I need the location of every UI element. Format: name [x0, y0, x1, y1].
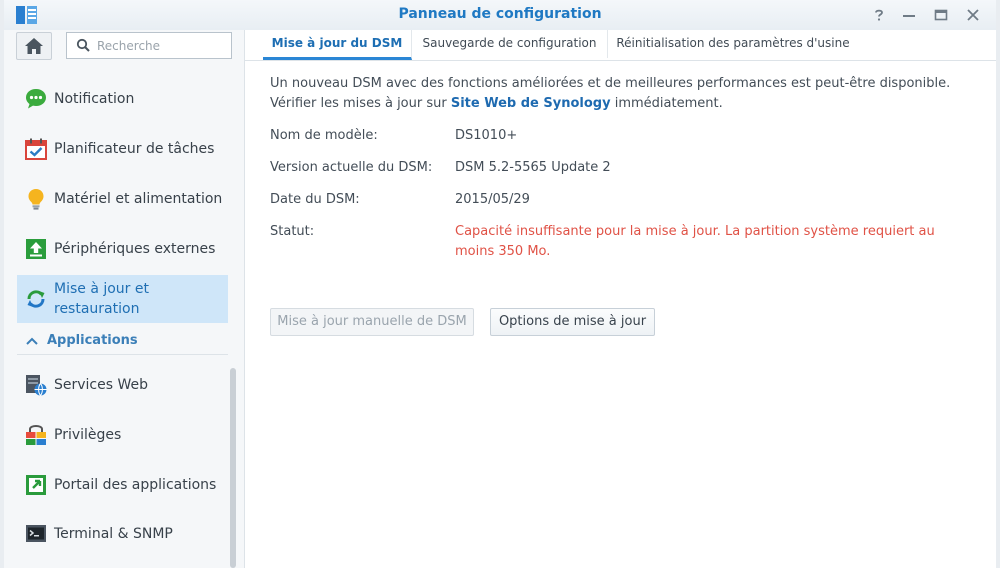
hardware-power-icon: [28, 189, 44, 210]
app-portal-icon: [26, 475, 46, 495]
chevron-up-icon: [26, 337, 38, 345]
sidebar-item-label: Périphériques externes: [54, 241, 216, 257]
dsm-version-label: Version actuelle du DSM:: [270, 160, 433, 175]
applications-section-header[interactable]: Applications: [17, 330, 228, 355]
control-panel-window: Panneau de configuration Recherche Notif…: [4, 0, 996, 568]
section-label: Applications: [47, 333, 138, 348]
title-bar: Panneau de configuration: [4, 0, 996, 31]
tab-bar: Mise à jour du DSM Sauvegarde de configu…: [245, 30, 996, 61]
dsm-date-label: Date du DSM:: [270, 192, 360, 207]
maximize-icon[interactable]: [930, 5, 952, 25]
terminal-icon: [26, 525, 46, 542]
external-devices-icon: [26, 239, 46, 259]
model-name-value: DS1010+: [455, 128, 518, 143]
background-edge-right: [996, 0, 1000, 568]
sidebar-item-task-scheduler[interactable]: Planificateur de tâches: [17, 125, 228, 173]
search-icon: [76, 38, 90, 52]
window-title: Panneau de configuration: [398, 6, 602, 22]
sidebar-item-external-devices[interactable]: Périphériques externes: [17, 225, 228, 273]
sidebar-item-app-portal[interactable]: Portail des applications: [17, 461, 228, 509]
sidebar-item-label: Notification: [54, 91, 135, 107]
sidebar: Notification Planificateur de tâches Mat…: [4, 30, 245, 568]
dsm-date-value: 2015/05/29: [455, 192, 530, 207]
update-restore-icon: [27, 290, 45, 308]
sidebar-item-notification[interactable]: Notification: [17, 75, 228, 123]
sidebar-item-label: Services Web: [54, 377, 149, 393]
update-options-button[interactable]: Options de mise à jour: [490, 308, 655, 336]
tab-factory-reset[interactable]: Réinitialisation des paramètres d'usine: [608, 30, 858, 58]
task-scheduler-icon: [25, 138, 47, 160]
status-value: Capacité insuffisante pour la mise à jou…: [455, 224, 935, 259]
sidebar-item-terminal-snmp[interactable]: Terminal & SNMP: [17, 510, 228, 558]
help-icon[interactable]: [868, 5, 890, 25]
update-description: Un nouveau DSM avec des fonctions amélio…: [270, 74, 970, 114]
status-label: Statut:: [270, 224, 315, 239]
sidebar-item-web-services[interactable]: Services Web: [17, 361, 228, 409]
close-icon[interactable]: [962, 5, 984, 25]
synology-website-link[interactable]: Site Web de Synology: [451, 96, 611, 111]
notification-icon: [26, 89, 46, 109]
sidebar-item-privileges[interactable]: Privilèges: [17, 411, 228, 459]
tab-dsm-update[interactable]: Mise à jour du DSM: [263, 30, 412, 60]
description-text-end: immédiatement.: [610, 96, 723, 111]
sidebar-item-label: Terminal & SNMP: [54, 526, 173, 542]
search-box[interactable]: [66, 32, 232, 59]
web-services-icon: [26, 375, 47, 396]
home-icon: [25, 38, 43, 54]
sidebar-item-label: Mise à jour et restauration: [54, 281, 149, 317]
sidebar-item-label: Matériel et alimentation: [54, 191, 223, 207]
sidebar-scrollbar[interactable]: [230, 368, 236, 568]
manual-update-button[interactable]: Mise à jour manuelle de DSM: [270, 308, 474, 336]
sidebar-item-hardware-power[interactable]: Matériel et alimentation: [17, 175, 228, 223]
sidebar-item-label: Planificateur de tâches: [54, 141, 215, 157]
dsm-version-value: DSM 5.2-5565 Update 2: [455, 160, 611, 175]
model-name-label: Nom de modèle:: [270, 128, 378, 143]
sidebar-item-label: Portail des applications: [54, 477, 217, 493]
sidebar-item-label: Privilèges: [54, 427, 122, 443]
main-panel: Mise à jour du DSM Sauvegarde de configu…: [245, 30, 996, 568]
tab-config-backup[interactable]: Sauvegarde de configuration: [412, 30, 608, 58]
home-button[interactable]: [16, 32, 52, 60]
minimize-icon[interactable]: [898, 5, 920, 25]
search-input[interactable]: [95, 36, 229, 56]
sidebar-item-update-restore[interactable]: Mise à jour et restauration: [17, 275, 228, 323]
privileges-icon: [26, 425, 46, 445]
